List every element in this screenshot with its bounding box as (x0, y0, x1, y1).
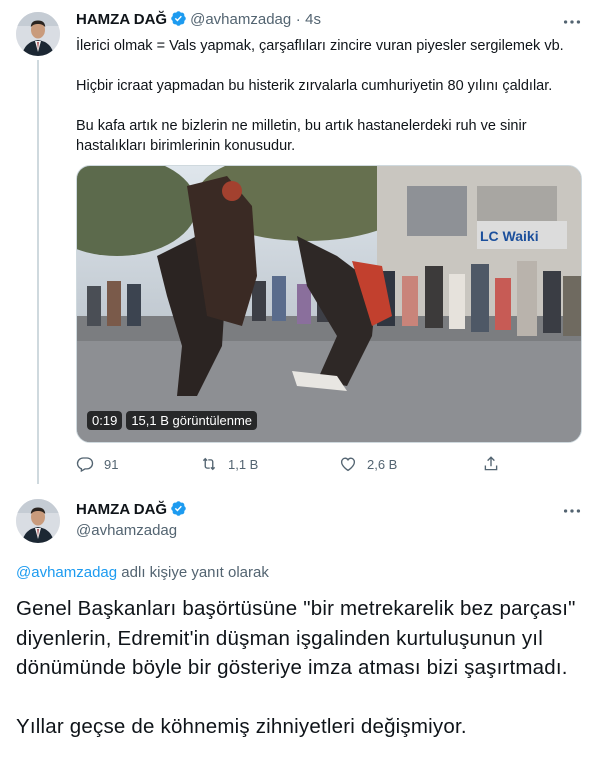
retweet-button[interactable]: 1,1 B (200, 455, 258, 473)
video-thumbnail: LC Waiki (77, 166, 581, 442)
retweet-icon (202, 457, 216, 471)
replying-to-handle-link[interactable]: @avhamzadag (16, 564, 117, 581)
tweet-time[interactable]: 4s (305, 11, 321, 28)
avatar-portrait-icon (16, 499, 60, 543)
video-player[interactable]: LC Waiki 0:19 15,1 B görüntülenme (76, 165, 582, 443)
share-button[interactable] (482, 455, 500, 473)
replying-to-line: @avhamzadag adlı kişiye yanıt olarak (16, 564, 269, 581)
reply-bubble-icon (76, 457, 94, 473)
verified-badge-icon (171, 501, 186, 516)
more-dots-icon[interactable] (561, 11, 583, 33)
tweet-paragraph: İlerici olmak = Vals yapmak, çarşaflılar… (76, 38, 564, 54)
more-dots-icon[interactable] (561, 500, 583, 522)
replying-to-suffix: adlı kişiye yanıt olarak (121, 564, 269, 581)
author-avatar[interactable] (16, 12, 60, 56)
reply-paragraph: Genel Başkanları başörtüsüne "bir metrek… (16, 597, 576, 679)
reply-author-avatar[interactable] (16, 499, 60, 543)
thread-connector-line (37, 60, 39, 484)
video-views: 15,1 B görüntülenme (126, 411, 258, 430)
tweet-header: HAMZA DAĞ @avhamzadag · 4s (76, 10, 321, 29)
heart-icon (340, 457, 356, 472)
tweet-paragraph: Hiçbir icraat yapmadan bu histerik zırva… (76, 78, 553, 94)
reply-text: Genel Başkanları başörtüsüne "bir metrek… (16, 594, 581, 741)
reply-paragraph: Yıllar geçse de köhnemiş zihniyetleri de… (16, 714, 467, 738)
video-duration: 0:19 (87, 411, 123, 430)
reply-count: 91 (104, 456, 119, 472)
reply-author-name[interactable]: HAMZA DAĞ (76, 501, 167, 518)
reply-button[interactable]: 91 (76, 455, 118, 473)
share-icon (484, 456, 498, 471)
store-sign: LC Waiki (480, 228, 539, 244)
like-count: 2,6 B (367, 456, 398, 472)
author-name[interactable]: HAMZA DAĞ (76, 11, 167, 28)
author-handle[interactable]: @avhamzadag (190, 11, 291, 28)
tweet-text: İlerici olmak = Vals yapmak, çarşaflılar… (76, 36, 576, 156)
retweet-count: 1,1 B (228, 456, 259, 472)
verified-badge-icon (171, 11, 186, 26)
like-button[interactable]: 2,6 B (339, 455, 397, 473)
reply-author-handle[interactable]: @avhamzadag (76, 522, 177, 539)
reply-header-name-row: HAMZA DAĞ (76, 500, 190, 519)
avatar-portrait-icon (16, 12, 60, 56)
dot-separator: · (295, 11, 301, 28)
tweet-paragraph: Bu kafa artık ne bizlerin ne milletin, b… (76, 118, 527, 154)
video-overlay: 0:19 15,1 B görüntülenme (87, 411, 258, 430)
